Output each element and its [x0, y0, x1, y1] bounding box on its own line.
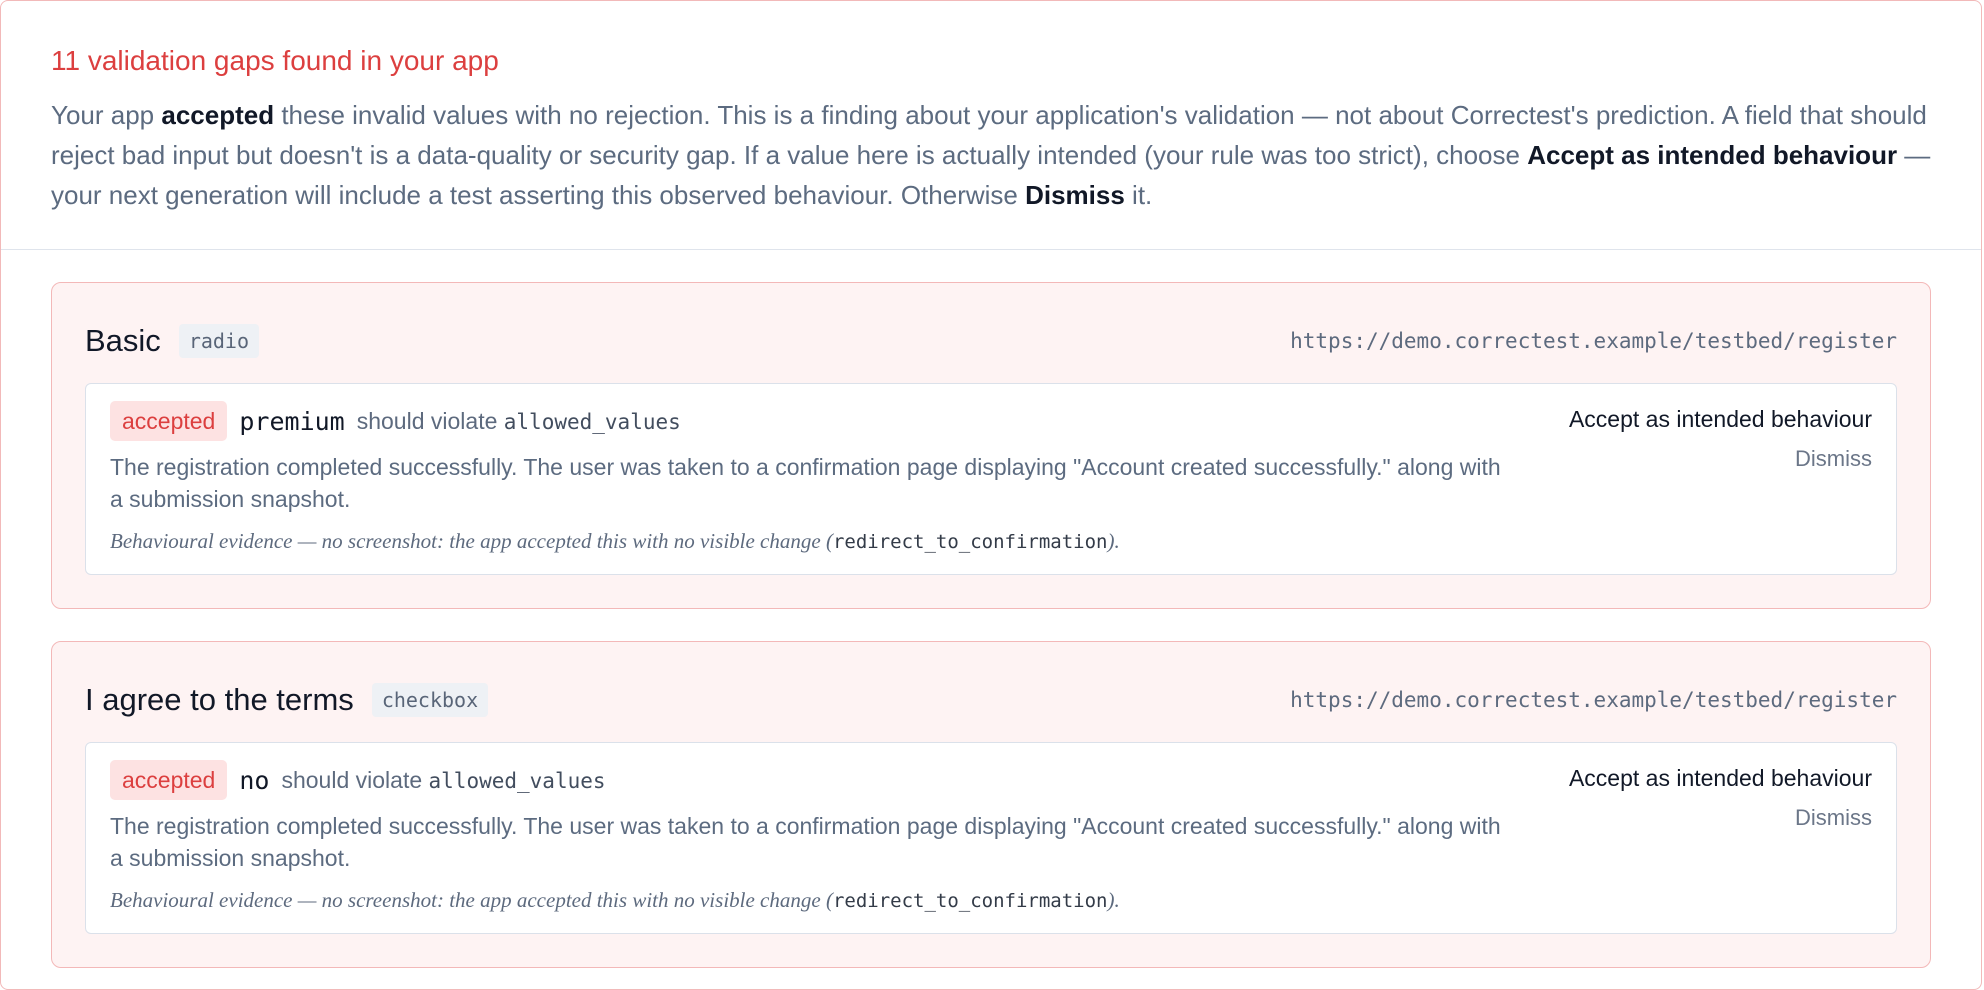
dismiss-button[interactable]: Dismiss — [1795, 444, 1872, 474]
evidence-code: redirect_to_confirmation — [832, 890, 1108, 912]
violation-text: should violate allowed_values — [281, 767, 605, 794]
accept-as-intended-button[interactable]: Accept as intended behaviour — [1569, 762, 1872, 794]
finding-description: The registration completed successfully.… — [110, 454, 1501, 512]
finding-row: accepted premium should violate allowed_… — [85, 383, 1897, 575]
field-card: Basic radio https://demo.correctest.exam… — [51, 282, 1931, 609]
page-url: https://demo.correctest.example/testbed/… — [1290, 329, 1897, 353]
status-badge: accepted — [110, 760, 228, 800]
field-card: I agree to the terms checkbox https://de… — [51, 641, 1931, 968]
behavioural-evidence: Behavioural evidence — no screenshot: th… — [110, 527, 1510, 556]
finding-summary: accepted no should violate allowed_value… — [110, 760, 1510, 800]
intro-part-1: Your app — [51, 100, 162, 130]
accept-as-intended-button[interactable]: Accept as intended behaviour — [1569, 403, 1872, 435]
page-url: https://demo.correctest.example/testbed/… — [1290, 688, 1897, 712]
findings-list: Basic radio https://demo.correctest.exam… — [1, 250, 1981, 968]
evidence-prefix: Behavioural evidence — no screenshot: th… — [110, 888, 833, 912]
field-type-badge: radio — [178, 324, 260, 358]
finding-details: accepted no should violate allowed_value… — [110, 760, 1510, 915]
dismiss-button[interactable]: Dismiss — [1795, 803, 1872, 833]
rule-name: allowed_values — [503, 409, 681, 434]
violate-label: should violate — [356, 407, 498, 434]
panel-header: 11 validation gaps found in your app You… — [1, 1, 1981, 250]
field-name: Basic — [85, 323, 161, 358]
page-title: 11 validation gaps found in your app — [51, 45, 499, 76]
evidence-code: redirect_to_confirmation — [832, 531, 1108, 553]
finding-summary: accepted premium should violate allowed_… — [110, 401, 1510, 441]
card-header-left: I agree to the terms checkbox — [85, 680, 489, 720]
validation-gaps-panel: 11 validation gaps found in your app You… — [0, 0, 1982, 990]
intro-accept-intended-emphasis: Accept as intended behaviour — [1527, 140, 1898, 170]
finding-row: accepted no should violate allowed_value… — [85, 742, 1897, 934]
status-badge: accepted — [110, 401, 228, 441]
intro-accepted-emphasis: accepted — [161, 100, 275, 130]
behavioural-evidence: Behavioural evidence — no screenshot: th… — [110, 886, 1510, 915]
tested-value: no — [239, 765, 270, 795]
finding-actions: Accept as intended behaviour Dismiss — [1569, 401, 1872, 556]
finding-description: The registration completed successfully.… — [110, 813, 1501, 871]
finding-actions: Accept as intended behaviour Dismiss — [1569, 760, 1872, 915]
finding-details: accepted premium should violate allowed_… — [110, 401, 1510, 556]
evidence-suffix: ). — [1107, 529, 1120, 553]
field-name: I agree to the terms — [85, 682, 354, 717]
card-header: I agree to the terms checkbox https://de… — [85, 680, 1897, 720]
evidence-prefix: Behavioural evidence — no screenshot: th… — [110, 529, 833, 553]
card-header: Basic radio https://demo.correctest.exam… — [85, 321, 1897, 361]
field-type-badge: checkbox — [371, 683, 489, 717]
intro-text: Your app accepted these invalid values w… — [51, 95, 1931, 215]
intro-dismiss-emphasis: Dismiss — [1025, 180, 1125, 210]
rule-name: allowed_values — [428, 768, 606, 793]
tested-value: premium — [239, 406, 345, 436]
intro-part-4: it. — [1124, 180, 1153, 210]
violate-label: should violate — [281, 766, 423, 793]
card-header-left: Basic radio — [85, 321, 260, 361]
violation-text: should violate allowed_values — [357, 408, 681, 435]
evidence-suffix: ). — [1107, 888, 1120, 912]
